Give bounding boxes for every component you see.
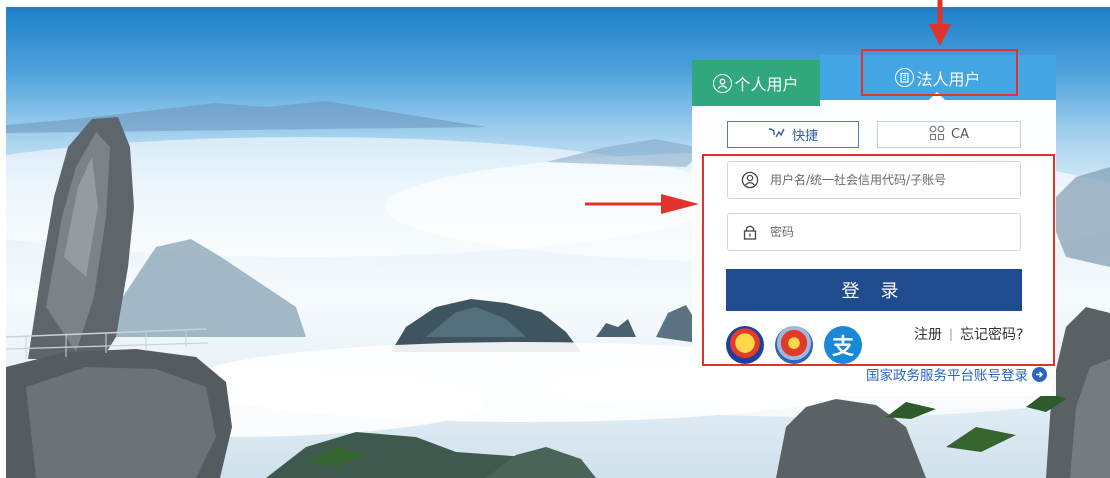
tab-personal-user[interactable]: 个人用户 xyxy=(692,60,820,106)
tab-personal-label: 个人用户 xyxy=(734,75,799,94)
annotation-arrow-down xyxy=(929,0,951,46)
quick-login-toggle[interactable]: 快捷 xyxy=(727,121,859,148)
ca-login-toggle[interactable]: CA xyxy=(877,121,1021,148)
gov-service-login-link[interactable]: 国家政务服务平台账号登录 xyxy=(866,364,1047,384)
ca-login-label: CA xyxy=(951,127,969,142)
annotation-box-login-form xyxy=(702,154,1055,366)
annotation-arrow-right xyxy=(585,194,699,214)
ca-certificate-icon xyxy=(929,125,945,145)
quick-login-label: 快捷 xyxy=(791,129,818,144)
quick-login-icon xyxy=(768,127,786,143)
arrow-right-circle-icon xyxy=(1032,366,1047,382)
gov-service-login-label: 国家政务服务平台账号登录 xyxy=(866,368,1028,384)
annotation-box-corporate-tab xyxy=(861,49,1018,96)
user-circle-icon xyxy=(713,73,733,93)
